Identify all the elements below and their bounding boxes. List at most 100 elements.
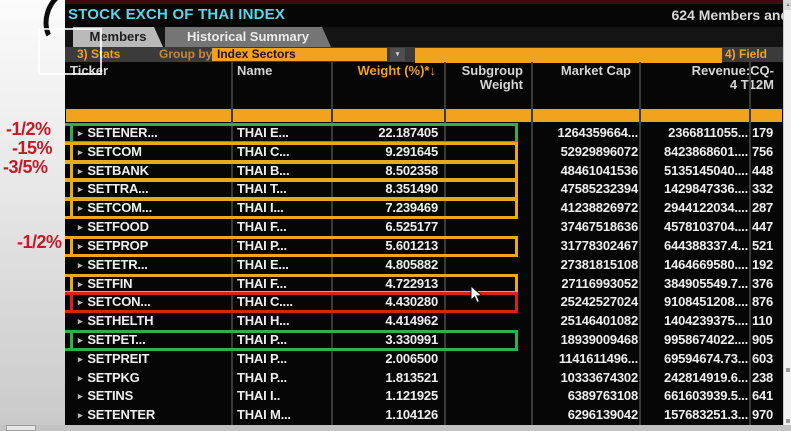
cell-revenue[interactable]: 242814919.6... xyxy=(640,369,748,388)
cell-name[interactable]: THAI F... xyxy=(237,218,329,237)
cell-extra[interactable]: 970 xyxy=(752,406,783,425)
cell-revenue[interactable]: 2366811055... xyxy=(640,124,748,143)
group-row-segment[interactable] xyxy=(66,109,231,122)
table-row[interactable]: ▸ SETPKG THAI P... 1.813521 10333674302 24281… xyxy=(65,369,783,388)
group-row-segment[interactable] xyxy=(233,109,331,122)
table-row[interactable]: ▸ SETINS THAI I.. 1.121925 6389763108 6616039… xyxy=(65,387,783,406)
cell-ticker[interactable]: ▸ SETETR... xyxy=(78,256,228,275)
cell-weight[interactable]: 4.805882 xyxy=(332,256,438,275)
cell-name[interactable]: THAI P... xyxy=(237,369,329,388)
cell-name[interactable]: THAI M... xyxy=(237,406,329,425)
row-expand-icon[interactable]: ▸ xyxy=(78,316,83,326)
group-row-segment[interactable] xyxy=(446,109,531,122)
cell-weight[interactable]: 6.525177 xyxy=(332,218,438,237)
cell-extra[interactable]: 238 xyxy=(752,369,783,388)
cell-name[interactable]: THAI I.. xyxy=(237,387,329,406)
column-header-name[interactable]: Name xyxy=(237,64,328,78)
cell-weight[interactable]: 1.104126 xyxy=(332,406,438,425)
fields-button[interactable]: 4) Field xyxy=(725,47,767,62)
cell-ticker[interactable]: ▸ SETPKG xyxy=(78,369,228,388)
cell-extra[interactable]: 905 xyxy=(752,331,783,350)
cell-extra[interactable]: 876 xyxy=(752,293,783,312)
cell-extra[interactable]: 192 xyxy=(752,256,783,275)
row-expand-icon[interactable]: ▸ xyxy=(78,391,83,401)
cell-revenue[interactable]: 4578103704.... xyxy=(640,218,748,237)
cell-market-cap[interactable]: 25242527024 xyxy=(532,293,639,312)
row-expand-icon[interactable]: ▸ xyxy=(78,260,83,270)
cell-revenue[interactable]: 157683251.3... xyxy=(640,406,748,425)
cell-revenue[interactable]: 1464669580.... xyxy=(640,256,748,275)
cell-market-cap[interactable]: 18939009468 xyxy=(532,331,639,350)
cell-revenue[interactable]: 1404239375.... xyxy=(640,312,748,331)
cell-revenue[interactable]: 384905549.7... xyxy=(640,275,748,294)
cell-market-cap[interactable]: 10333674302 xyxy=(532,369,639,388)
table-row[interactable]: ▸ SETETR... THAI E... 4.805882 27381815108 14… xyxy=(65,256,783,275)
cell-name[interactable]: THAI P... xyxy=(237,350,329,369)
cell-weight[interactable]: 1.121925 xyxy=(332,387,438,406)
cell-market-cap[interactable]: 52929896072 xyxy=(532,143,639,162)
cell-extra[interactable]: 447 xyxy=(752,218,783,237)
cell-ticker[interactable]: ▸ SETPREIT xyxy=(78,350,228,369)
cell-extra[interactable]: 521 xyxy=(752,237,783,256)
cell-extra[interactable]: 110 xyxy=(752,312,783,331)
column-header-revenue-cq-[interactable]: Revenue:CQ- 4 T12M xyxy=(640,64,774,92)
group-row-segment[interactable] xyxy=(333,109,444,122)
cell-revenue[interactable]: 9958674022.... xyxy=(640,331,748,350)
cell-extra[interactable]: 332 xyxy=(752,180,783,199)
cell-revenue[interactable]: 8423868601.... xyxy=(640,143,748,162)
cell-revenue[interactable]: 5135145040.... xyxy=(640,162,748,181)
group-by-dropdown[interactable]: Index Sectors xyxy=(212,48,387,61)
group-row-segment[interactable] xyxy=(533,109,639,122)
cell-market-cap[interactable]: 27116993052 xyxy=(532,275,638,294)
cell-market-cap[interactable]: 1141611496... xyxy=(532,350,638,369)
cell-extra[interactable]: 376 xyxy=(752,275,783,294)
toolbar-input[interactable] xyxy=(415,48,722,63)
table-row[interactable]: ▸ SETPREIT THAI P... 2.006500 1141611496... 6… xyxy=(65,350,783,369)
cell-name[interactable]: THAI H... xyxy=(237,312,329,331)
cell-ticker[interactable]: ▸ SETFOOD xyxy=(78,218,228,237)
cell-ticker[interactable]: ▸ SETENTER xyxy=(78,406,228,425)
cell-extra[interactable]: 179 xyxy=(752,124,783,143)
cell-extra[interactable]: 287 xyxy=(752,199,783,218)
cell-ticker[interactable]: ▸ SETINS xyxy=(78,387,228,406)
cell-extra[interactable]: 756 xyxy=(752,143,783,162)
cell-market-cap[interactable]: 47585232394 xyxy=(532,180,639,199)
scrollbar-up-icon[interactable]: ▲ xyxy=(784,0,791,10)
table-row[interactable]: ▸ SETFOOD THAI F... 6.525177 37467518636 4578… xyxy=(65,218,783,237)
cell-extra[interactable]: 641 xyxy=(752,387,783,406)
cell-revenue[interactable]: 644388337.4... xyxy=(640,237,748,256)
cell-name[interactable]: THAI E... xyxy=(237,256,329,275)
cell-market-cap[interactable]: 1264359664... xyxy=(532,124,638,143)
cell-market-cap[interactable]: 6389763108 xyxy=(532,387,639,406)
cell-market-cap[interactable]: 41238826972 xyxy=(532,199,639,218)
cell-ticker[interactable]: ▸ SETHELTH xyxy=(78,312,228,331)
vertical-scrollbar[interactable]: ▲ xyxy=(783,0,791,425)
cell-extra[interactable]: 603 xyxy=(752,350,783,369)
cell-market-cap[interactable]: 6296139042 xyxy=(532,406,639,425)
cell-weight[interactable]: 1.813521 xyxy=(332,369,438,388)
column-header-subgroup[interactable]: Subgroup Weight xyxy=(445,64,523,92)
table-row[interactable]: ▸ SETHELTH THAI H... 4.414962 25146401082 140… xyxy=(65,312,783,331)
cell-revenue[interactable]: 661603939.5... xyxy=(640,387,748,406)
group-row-segment[interactable] xyxy=(751,109,782,122)
cell-weight[interactable]: 2.006500 xyxy=(332,350,438,369)
row-expand-icon[interactable]: ▸ xyxy=(78,373,83,383)
table-row[interactable]: ▸ SETENTER THAI M... 1.104126 6296139042 1576… xyxy=(65,406,783,425)
column-header-weight-[interactable]: Weight (%)*↓ xyxy=(332,64,436,78)
row-expand-icon[interactable]: ▸ xyxy=(78,222,83,232)
cell-weight[interactable]: 4.414962 xyxy=(332,312,438,331)
column-header-market-cap[interactable]: Market Cap xyxy=(532,64,631,78)
cell-revenue[interactable]: 9108451208.... xyxy=(640,293,748,312)
cell-market-cap[interactable]: 48461041536 xyxy=(532,162,639,181)
cell-market-cap[interactable]: 25146401082 xyxy=(532,312,639,331)
cell-market-cap[interactable]: 27381815108 xyxy=(532,256,639,275)
tab-historical-summary[interactable]: Historical Summary xyxy=(165,27,331,47)
cell-market-cap[interactable]: 37467518636 xyxy=(532,218,639,237)
cell-market-cap[interactable]: 31778302467 xyxy=(532,237,639,256)
row-expand-icon[interactable]: ▸ xyxy=(78,354,83,364)
group-row-segment[interactable] xyxy=(641,109,749,122)
chevron-down-icon[interactable]: ▾ xyxy=(390,48,405,61)
cell-revenue[interactable]: 1429847336.... xyxy=(640,180,748,199)
cell-revenue[interactable]: 2944122034.... xyxy=(640,199,748,218)
cell-revenue[interactable]: 69594674.73... xyxy=(640,350,748,369)
